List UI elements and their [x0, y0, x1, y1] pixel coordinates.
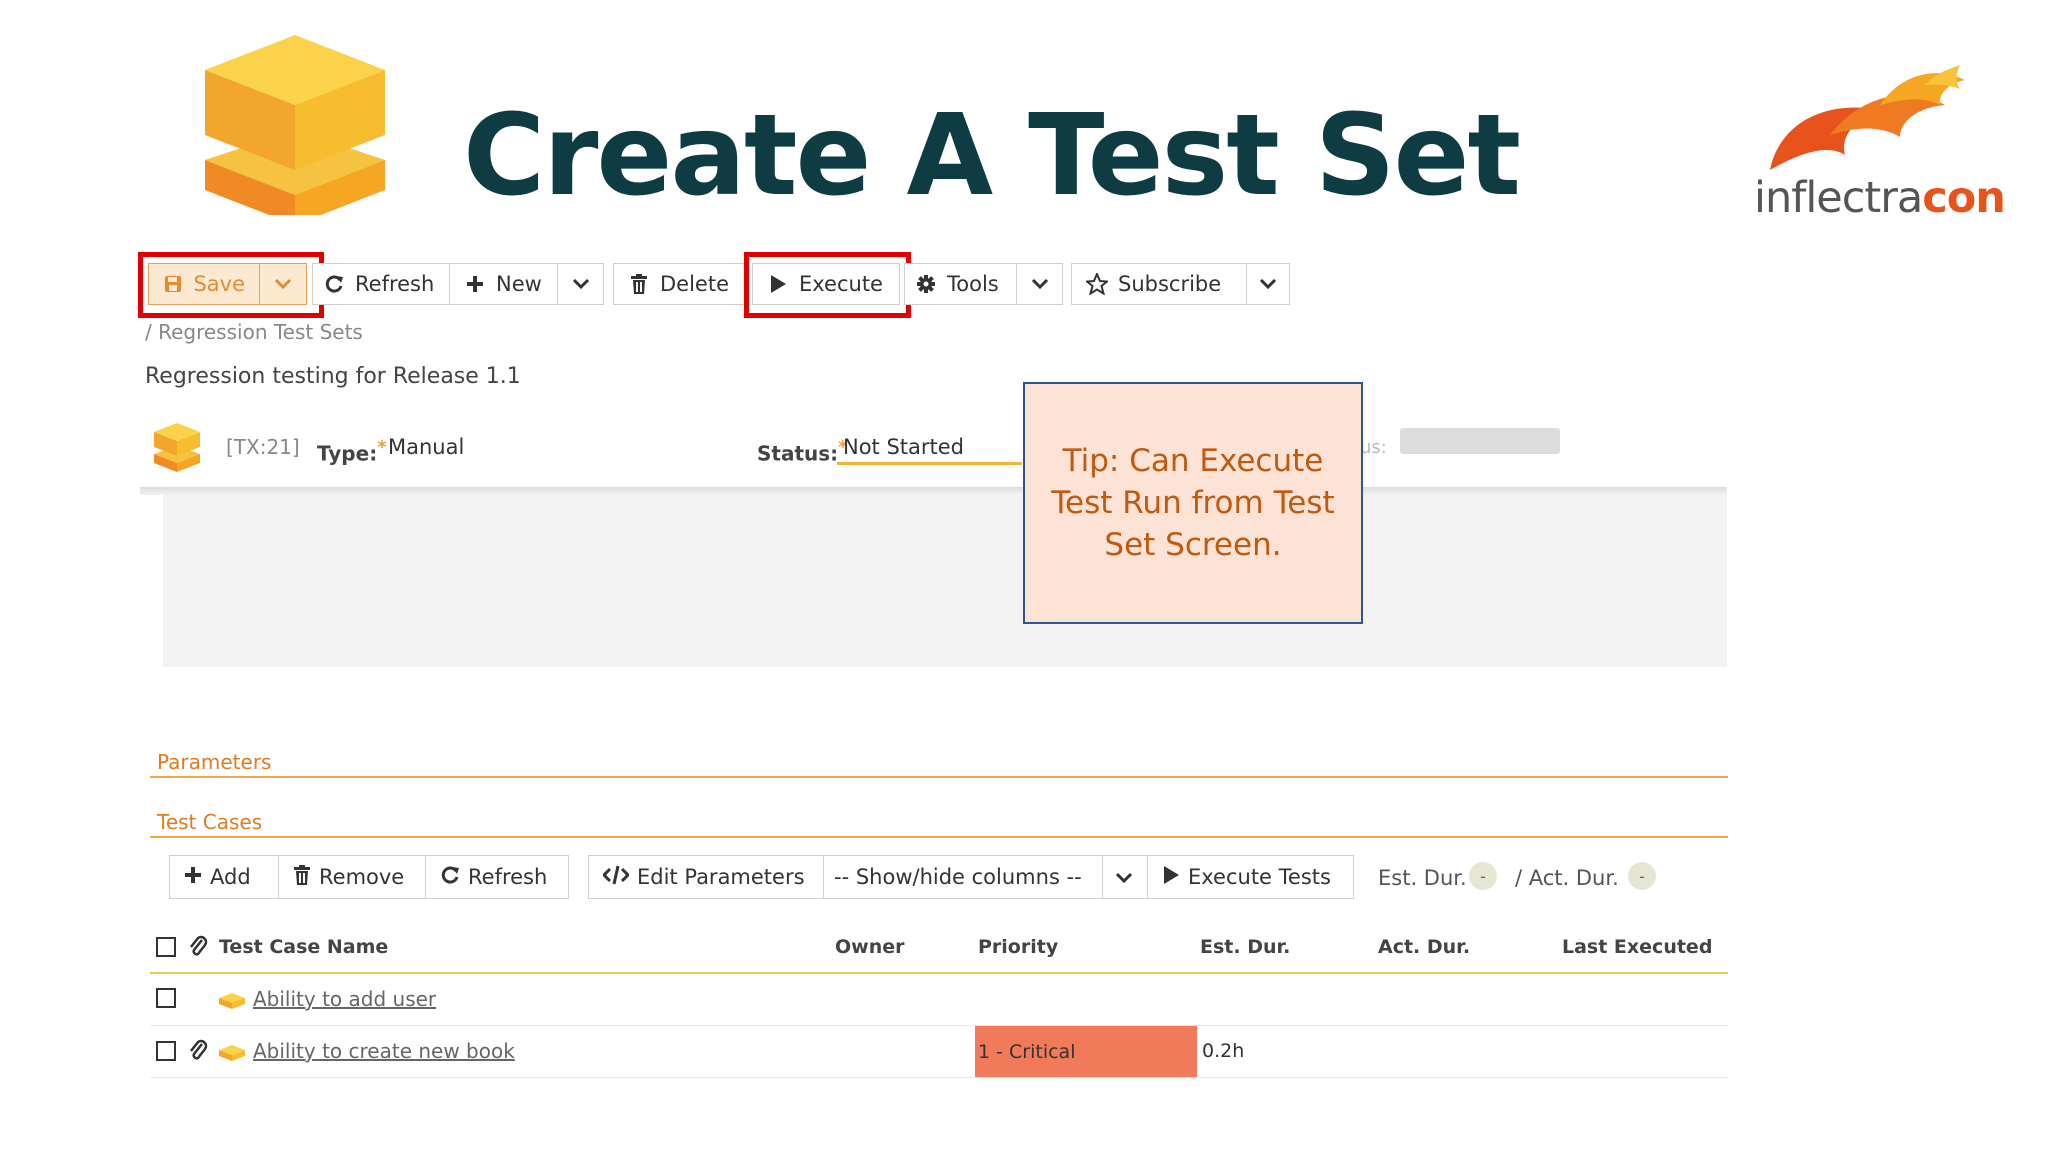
table-row: Ability to create new book 1 - Critical … — [150, 1026, 1728, 1078]
act-dur-summary-label: / Act. Dur. — [1515, 866, 1619, 890]
test-set-id: [TX:21] — [226, 435, 300, 459]
description-panel — [140, 487, 1727, 667]
tools-button[interactable]: Tools — [904, 263, 1017, 305]
description-body[interactable] — [163, 495, 1727, 667]
test-case-link[interactable]: Ability to create new book — [253, 1039, 515, 1063]
brand-text-inflectra: inflectra — [1754, 173, 1923, 223]
slide-title: Create A Test Set — [463, 91, 1521, 221]
chevron-down-icon — [1029, 273, 1050, 295]
type-label: Type:* — [317, 437, 387, 466]
subscribe-button[interactable]: Subscribe — [1071, 263, 1247, 305]
refresh-label: Refresh — [468, 865, 548, 889]
column-header-priority[interactable]: Priority — [978, 936, 1058, 958]
execute-tests-label: Execute Tests — [1188, 865, 1331, 889]
plus-icon — [184, 865, 202, 889]
subscribe-label: Subscribe — [1118, 272, 1222, 296]
column-header-act-dur[interactable]: Act. Dur. — [1378, 936, 1470, 958]
new-label: New — [496, 272, 542, 296]
row-checkbox[interactable] — [156, 1041, 176, 1061]
flame-icon — [1770, 65, 1965, 170]
table-row: Ability to add user — [150, 974, 1728, 1026]
section-divider — [150, 836, 1728, 838]
faded-field-label: us: — [1360, 437, 1387, 458]
column-header-name[interactable]: Test Case Name — [219, 936, 388, 958]
status-label: Status:* — [757, 437, 848, 466]
status-underline — [837, 462, 1022, 465]
test-case-link[interactable]: Ability to add user — [253, 987, 436, 1011]
paperclip-icon — [188, 934, 208, 962]
test-set-name: Regression testing for Release 1.1 — [145, 364, 521, 389]
new-button[interactable]: New — [449, 263, 558, 305]
execute-highlight-box — [744, 252, 911, 318]
parameters-section-title[interactable]: Parameters — [157, 750, 271, 774]
est-dur-summary-label: Est. Dur. — [1378, 866, 1467, 890]
priority-badge: 1 - Critical — [975, 1026, 1197, 1077]
section-divider — [150, 776, 1728, 778]
plus-icon — [464, 273, 486, 295]
new-dropdown-button[interactable] — [557, 263, 604, 305]
show-hide-columns-select[interactable]: -- Show/hide columns -- — [823, 855, 1103, 899]
chevron-down-icon — [570, 273, 591, 295]
required-marker: * — [377, 437, 387, 458]
chevron-down-icon — [1258, 273, 1278, 295]
chevron-down-icon — [1115, 865, 1133, 889]
refresh-icon — [323, 273, 345, 295]
gear-icon — [915, 273, 937, 295]
save-highlight-box — [138, 252, 324, 318]
add-test-case-button[interactable]: Add — [169, 855, 279, 899]
refresh-label: Refresh — [355, 272, 435, 296]
remove-label: Remove — [319, 865, 405, 889]
show-hide-columns-label: -- Show/hide columns -- — [834, 865, 1082, 889]
tools-label: Tools — [947, 272, 999, 296]
add-label: Add — [210, 865, 251, 889]
trash-icon — [293, 864, 311, 890]
paperclip-icon — [188, 1038, 208, 1066]
brand-text-con: con — [1922, 173, 2006, 223]
placeholder-field[interactable] — [1400, 428, 1560, 454]
test-set-info-row: [TX:21] Type:* Manual Status:* Not Start… — [140, 405, 1730, 487]
delete-button[interactable]: Delete — [613, 263, 745, 305]
refresh-button[interactable]: Refresh — [312, 263, 450, 305]
breadcrumb[interactable]: / Regression Test Sets — [145, 320, 363, 344]
status-value[interactable]: Not Started — [843, 435, 964, 459]
inflectracon-logo: inflectracon — [1750, 65, 2006, 230]
test-set-cube-logo — [205, 35, 385, 215]
select-all-checkbox[interactable] — [156, 937, 176, 957]
remove-test-case-button[interactable]: Remove — [278, 855, 426, 899]
edit-parameters-button[interactable]: Edit Parameters — [588, 855, 824, 899]
delete-label: Delete — [660, 272, 729, 296]
refresh-test-cases-button[interactable]: Refresh — [425, 855, 569, 899]
test-case-icon — [219, 993, 245, 1009]
test-set-icon — [154, 423, 200, 472]
row-checkbox[interactable] — [156, 988, 176, 1008]
test-case-icon — [219, 1045, 245, 1061]
column-header-owner[interactable]: Owner — [835, 936, 905, 958]
play-icon — [1162, 865, 1180, 890]
trash-icon — [628, 273, 650, 295]
tip-callout: Tip: Can Execute Test Run from Test Set … — [1023, 382, 1363, 624]
est-dur-summary-value: - — [1469, 862, 1497, 890]
est-dur-cell: 0.2h — [1202, 1040, 1245, 1062]
tools-dropdown-button[interactable] — [1016, 263, 1063, 305]
show-hide-columns-dropdown[interactable] — [1102, 855, 1148, 899]
refresh-icon — [440, 865, 460, 890]
type-value[interactable]: Manual — [388, 435, 464, 459]
execute-tests-button[interactable]: Execute Tests — [1147, 855, 1354, 899]
star-icon — [1086, 273, 1108, 295]
edit-parameters-label: Edit Parameters — [637, 865, 805, 889]
column-header-last-executed[interactable]: Last Executed — [1562, 936, 1712, 958]
test-cases-section-title[interactable]: Test Cases — [157, 810, 262, 834]
act-dur-summary-value: - — [1628, 862, 1656, 890]
subscribe-dropdown-button[interactable] — [1246, 263, 1290, 305]
code-icon — [601, 865, 631, 890]
column-header-est-dur[interactable]: Est. Dur. — [1200, 936, 1290, 958]
